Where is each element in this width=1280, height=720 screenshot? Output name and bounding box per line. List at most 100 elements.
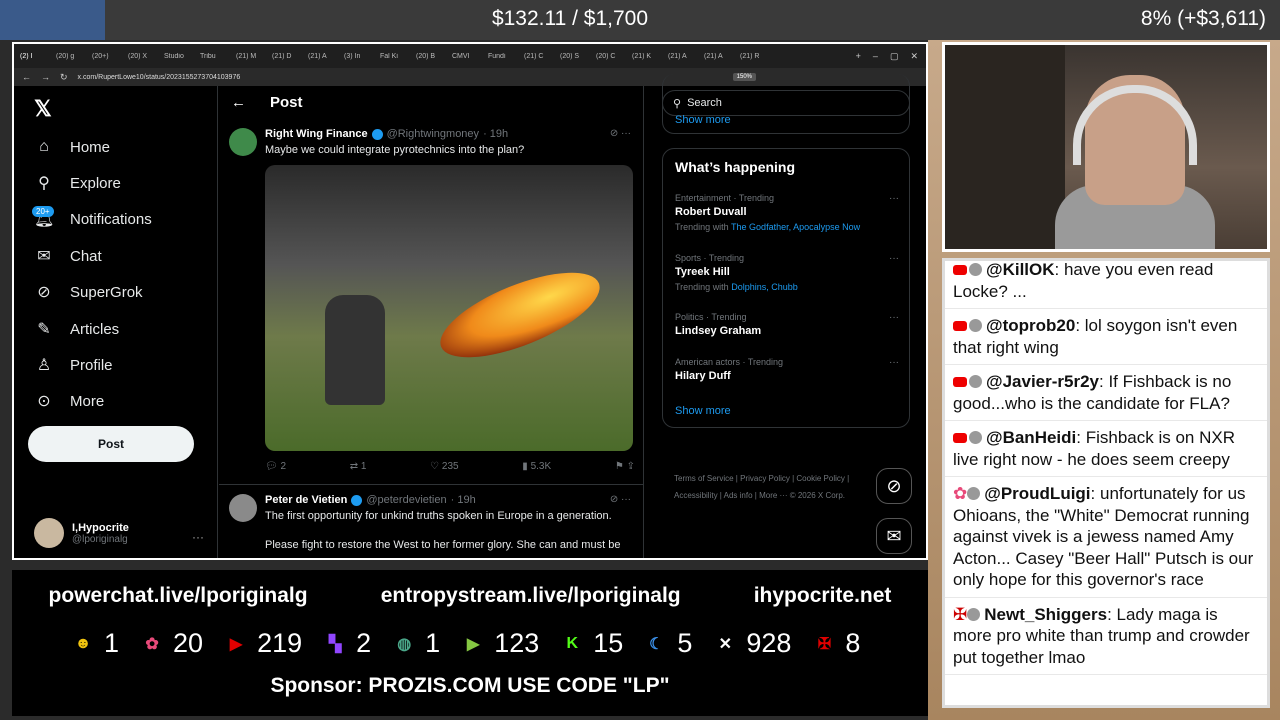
post-button[interactable]: Post — [28, 426, 194, 462]
tweet-author[interactable]: Peter de Vietien — [265, 494, 347, 506]
nav-home[interactable]: ⌂ Home — [34, 132, 110, 162]
left-sidebar: 𝕏 ⌂ Home ⚲ Explore 🔔︎ Notifications 20+ ✉ Ch… — [14, 86, 218, 558]
home-icon: ⌂ — [39, 138, 49, 155]
nav-profile[interactable]: ♙ Profile — [34, 350, 113, 380]
chat-username: @BanHeidi — [986, 428, 1077, 447]
count-value: 5 — [677, 628, 693, 658]
reload-icon[interactable]: ↻ — [60, 72, 68, 83]
browser-tab[interactable]: (2) I — [20, 53, 50, 60]
like-button[interactable]: ♡ 235 — [430, 461, 458, 472]
trend-item[interactable]: American actors · Trending Hilary Duff ·… — [675, 357, 899, 382]
repost-button[interactable]: ⇄ 1 — [350, 461, 367, 472]
browser-tab[interactable]: (21) A — [308, 53, 338, 60]
browser-tab[interactable]: (20) B — [416, 53, 446, 60]
browser-tab[interactable]: Fundi — [488, 53, 518, 60]
count-value: 1 — [104, 628, 120, 658]
browser-tab[interactable]: (21) R — [740, 53, 770, 60]
chat-avatar — [969, 319, 982, 332]
tweet-author[interactable]: Right Wing Finance — [265, 128, 368, 140]
browser-tab[interactable]: (20) S — [560, 53, 590, 60]
browser-tab[interactable]: (21) M — [236, 53, 266, 60]
tweet-image[interactable] — [265, 165, 633, 451]
tweet-menu-icon[interactable]: ⊘ ··· — [610, 128, 631, 139]
minimize-icon[interactable]: – — [873, 51, 878, 62]
new-tab-icon[interactable]: + — [856, 51, 861, 62]
nav-more[interactable]: ⊙ More — [34, 386, 104, 416]
browser-tab[interactable]: (20) X — [128, 53, 158, 60]
browser-tab[interactable]: (3) In — [344, 53, 374, 60]
browser-tab[interactable]: (21) C — [524, 53, 554, 60]
footer-links[interactable]: Terms of Service | Privacy Policy | Cook… — [674, 470, 904, 504]
trend-item[interactable]: Sports · Trending Tyreek Hill Trending w… — [675, 253, 899, 292]
trend-more-icon[interactable]: ··· — [889, 253, 899, 264]
count-value: 123 — [494, 628, 540, 658]
forward-icon[interactable]: → — [41, 72, 50, 82]
show-more-link[interactable]: Show more — [675, 405, 731, 417]
tab-bar: (2) I (20) g (20+) (20) X Studio Tribu (21) M (… — [14, 44, 926, 68]
nav-explore[interactable]: ⚲ Explore — [34, 168, 121, 198]
post-column: ← Post Right Wing Finance @Rightwingmone… — [219, 86, 644, 558]
grok-icon: ⊘ — [37, 284, 51, 301]
chat-message: ✠ Newt_Shiggers: Lady maga is more pro wh… — [945, 598, 1267, 675]
url-bar[interactable]: x.com/RupertLowe10/status/20231552737041… — [78, 74, 241, 81]
mail-icon: ✉ — [37, 248, 51, 265]
chat-message: @BanHeidi: Fishback is on NXR live right… — [945, 421, 1267, 477]
maximize-icon[interactable]: ▢ — [890, 51, 899, 62]
trend-more-icon[interactable]: ··· — [889, 312, 899, 323]
chat-username: @KillOK — [986, 260, 1055, 279]
show-more-link[interactable]: Show more — [675, 114, 731, 126]
account-switcher[interactable]: I,Hypocrite @lporiginalg — [34, 518, 129, 548]
tweet-body: Right Wing Finance @Rightwingmoney · 19h… — [265, 128, 637, 472]
divider — [219, 484, 643, 485]
chat-panel: @KillOK: have you even read Locke? ... @t… — [942, 258, 1270, 708]
browser-tab[interactable]: (21) K — [632, 53, 662, 60]
messages-fab-icon[interactable]: ✉ — [876, 518, 912, 554]
x-icon: ✕ — [718, 635, 733, 653]
reply-button[interactable]: 💬︎ 2 — [265, 461, 286, 472]
count-value: 219 — [257, 628, 303, 658]
browser-tab[interactable]: CMVI — [452, 53, 482, 60]
youtube-icon — [953, 377, 967, 387]
nav-supergrok[interactable]: ⊘ SuperGrok — [34, 277, 142, 307]
tweet-avatar[interactable] — [229, 494, 257, 522]
browser-tab[interactable]: (20+) — [92, 53, 122, 60]
tweet-menu-icon[interactable]: ⊘ ··· — [610, 494, 631, 505]
back-arrow-icon[interactable]: ← — [231, 94, 246, 111]
nav-articles[interactable]: ✎ Articles — [34, 314, 119, 344]
website-link: ihypocrite.net — [753, 584, 892, 607]
webcam-feed — [942, 42, 1270, 252]
trend-more-icon[interactable]: ··· — [889, 193, 899, 204]
donation-goal: $132.11 / $1,700 — [491, 7, 649, 30]
back-icon[interactable]: ← — [22, 72, 31, 82]
browser-tab[interactable]: Fal Ki — [380, 53, 410, 60]
trend-item[interactable]: Politics · Trending Lindsey Graham ··· — [675, 312, 899, 337]
browser-tab[interactable]: Studio — [164, 53, 194, 60]
chat-username: @Javier-r5r2y — [986, 372, 1099, 391]
viewer-count: ◍ 1 — [389, 628, 440, 659]
trend-more-icon[interactable]: ··· — [889, 357, 899, 368]
browser-tab[interactable]: (21) A — [704, 53, 734, 60]
bookmark-button[interactable]: ⚑ ⇪ — [615, 461, 635, 472]
rumble-play-icon: ▶ — [467, 635, 480, 653]
x-logo-icon[interactable]: 𝕏 — [34, 96, 52, 122]
tweet-header: Peter de Vietien @peterdevietien · 19h — [265, 494, 637, 506]
browser-tab[interactable]: (21) A — [668, 53, 698, 60]
tweet-avatar[interactable] — [229, 128, 257, 156]
browser-tab[interactable]: (21) D — [272, 53, 302, 60]
youtube-icon — [953, 433, 967, 443]
window-controls: + – ▢ ✕ — [856, 51, 926, 62]
nav-chat[interactable]: ✉ Chat — [34, 241, 101, 271]
chat-message: ✿ @ProudLuigi: unfortunately for us Ohioa… — [945, 477, 1267, 598]
close-icon[interactable]: ✕ — [910, 51, 918, 62]
chat-username: @ProudLuigi — [984, 484, 1091, 503]
trend-item[interactable]: Entertainment · Trending Robert Duvall T… — [675, 193, 899, 232]
tweet-handle: @Rightwingmoney — [386, 128, 480, 140]
browser-tab[interactable]: Tribu — [200, 53, 230, 60]
youtube-icon — [953, 321, 967, 331]
account-more-icon[interactable]: ··· — [192, 530, 204, 544]
browser-tab[interactable]: (20) C — [596, 53, 626, 60]
person-icon: ♙ — [36, 357, 52, 374]
views-button[interactable]: ▮ 5.3K — [522, 461, 551, 472]
grok-fab-icon[interactable]: ⊘ — [876, 468, 912, 504]
browser-tab[interactable]: (20) g — [56, 53, 86, 60]
